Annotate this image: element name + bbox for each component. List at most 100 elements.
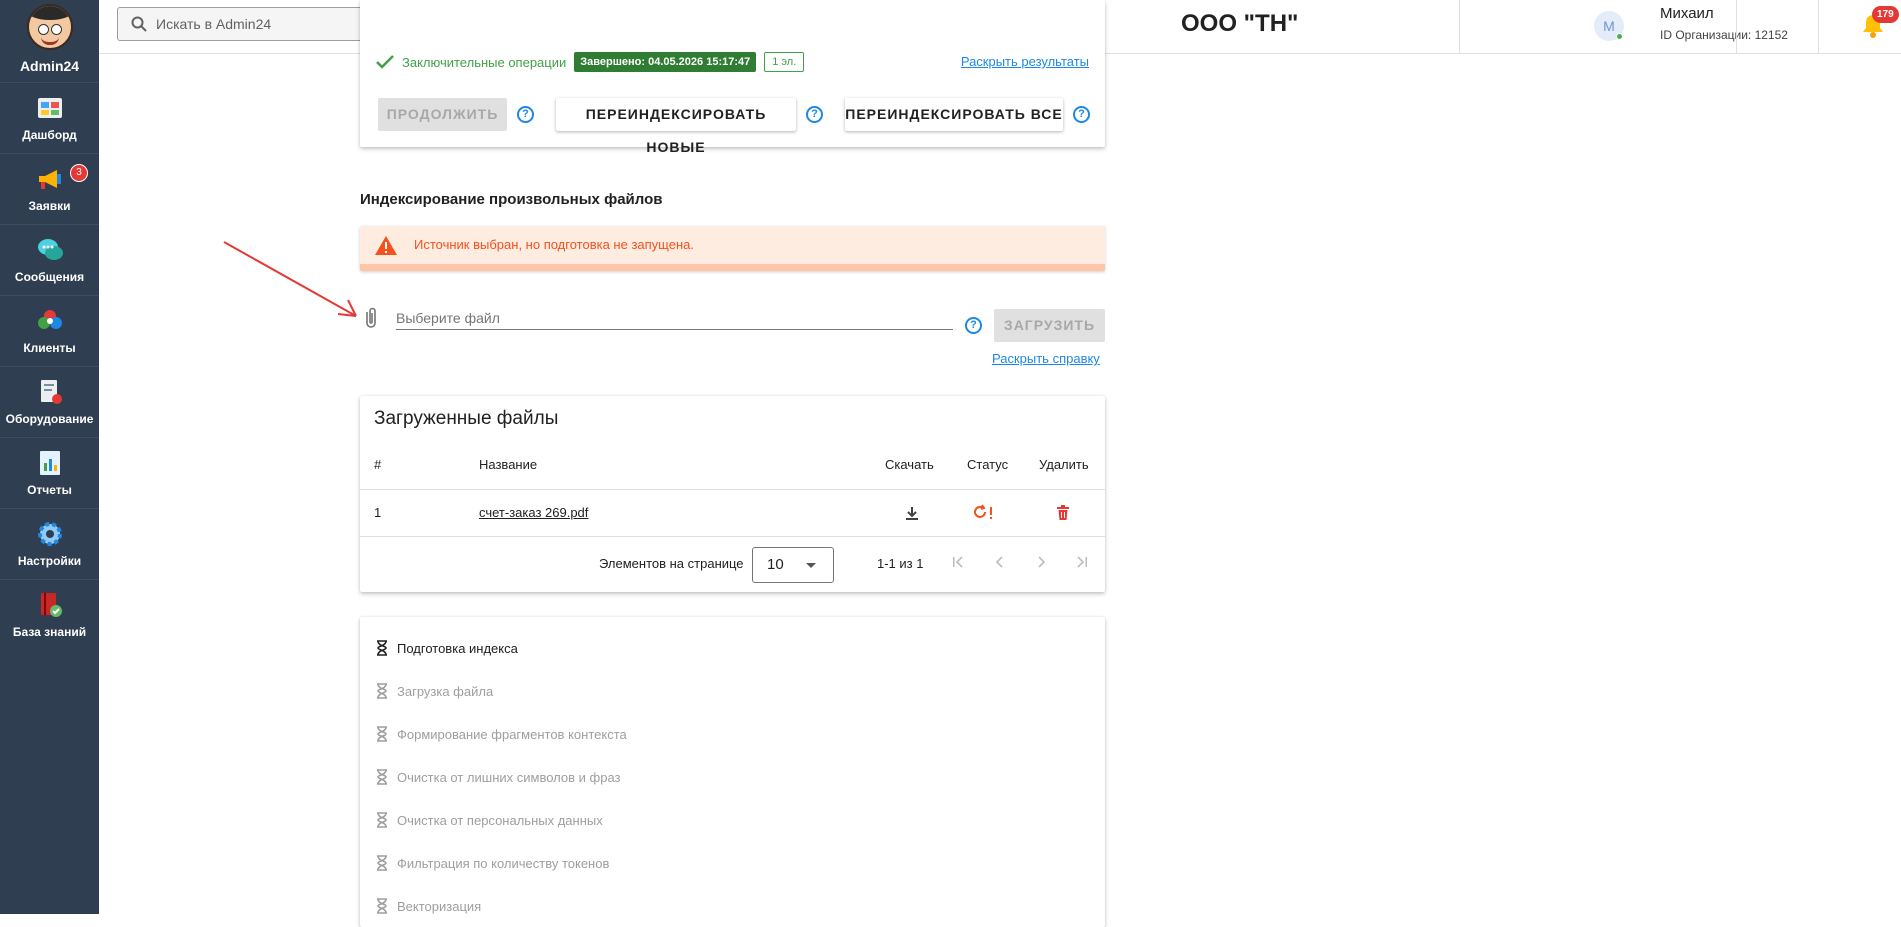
step-item: Очистка от лишних символов и фраз: [376, 769, 620, 785]
continue-button[interactable]: ПРОДОЛЖИТЬ: [378, 98, 507, 131]
reindex-new-button[interactable]: ПЕРЕИНДЕКСИРОВАТЬ НОВЫЕ: [556, 98, 796, 155]
reports-icon: [39, 451, 60, 475]
sidebar-item-label: Заявки: [28, 199, 71, 213]
gear-icon: [37, 522, 62, 546]
element-count-badge: 1 эл.: [764, 52, 805, 72]
page-size-value: 10: [767, 556, 784, 573]
knowledge-base-icon: [40, 593, 62, 617]
chevron-down-icon: [806, 563, 816, 568]
upload-button[interactable]: ЗАГРУЗИТЬ: [994, 309, 1105, 342]
online-status-icon: [1616, 33, 1623, 40]
sidebar-item-knowledge-base[interactable]: База знаний: [0, 579, 99, 650]
warning-alert-text: Источник выбран, но подготовка не запуще…: [414, 237, 694, 252]
sidebar-item-reports[interactable]: Отчеты: [0, 437, 99, 508]
last-page-icon[interactable]: [1074, 554, 1090, 570]
pagination-range: 1-1 из 1: [877, 556, 924, 571]
sidebar: Admin24 Дашборд 3 Заявки Сообщения Клиен…: [0, 0, 99, 914]
expand-results-link[interactable]: Раскрыть результаты: [961, 54, 1089, 69]
app-logo-text: Admin24: [19, 58, 80, 74]
organization-title: ООО "ТН": [1181, 10, 1299, 37]
reindex-all-help-icon[interactable]: ?: [1073, 106, 1090, 123]
sidebar-item-equipment[interactable]: Оборудование: [0, 366, 99, 437]
step-label: Загрузка файла: [397, 683, 494, 699]
section-title: Индексирование произвольных файлов: [360, 191, 663, 208]
step-item: Загрузка файла: [376, 683, 493, 699]
sidebar-item-label: Дашборд: [22, 128, 77, 142]
page-size-select[interactable]: 10: [752, 547, 834, 583]
dashboard-icon: [37, 98, 62, 118]
step-label: Очистка от персональных данных: [397, 812, 603, 828]
download-icon[interactable]: [905, 506, 919, 521]
megaphone-icon: [38, 170, 61, 189]
column-header-status: Статус: [967, 457, 1009, 472]
sidebar-item-label: База знаний: [12, 625, 87, 639]
check-icon: [376, 55, 394, 69]
uploaded-files-card: Загруженные файлы # Название Скачать Ста…: [360, 396, 1105, 592]
hourglass-icon: [377, 726, 387, 742]
completed-status-badge: Завершено: 04.05.2026 15:17:47: [574, 52, 757, 72]
sidebar-item-messages[interactable]: Сообщения: [0, 224, 99, 295]
column-header-number: #: [374, 457, 382, 472]
first-page-icon[interactable]: [950, 554, 966, 570]
file-picker-input[interactable]: [396, 306, 953, 330]
table-divider: [360, 489, 1105, 490]
sidebar-item-clients[interactable]: Клиенты: [0, 295, 99, 366]
warning-alert: Источник выбран, но подготовка не запуще…: [360, 226, 1105, 271]
step-item: Очистка от персональных данных: [376, 812, 603, 828]
reindex-new-help-icon[interactable]: ?: [806, 106, 823, 123]
step-label: Подготовка индекса: [397, 640, 518, 656]
hourglass-icon: [377, 812, 387, 828]
reindex-all-button[interactable]: ПЕРЕИНДЕКСИРОВАТЬ ВСЕ: [845, 98, 1063, 131]
sidebar-item-label: Настройки: [17, 554, 82, 568]
next-page-icon[interactable]: [1033, 554, 1049, 570]
step-label: Фильтрация по количеству токенов: [397, 855, 610, 871]
sidebar-item-requests[interactable]: 3 Заявки: [0, 153, 99, 224]
clients-icon: [37, 310, 62, 329]
search-icon: [131, 16, 147, 32]
avatar[interactable]: М: [1594, 11, 1624, 41]
continue-help-icon[interactable]: ?: [517, 106, 534, 123]
topbar-divider: [1736, 0, 1737, 54]
app-logo[interactable]: Admin24: [0, 0, 99, 82]
upload-help-icon[interactable]: ?: [965, 317, 982, 334]
chat-bubbles-icon: [37, 239, 63, 260]
column-header-delete: Удалить: [1039, 457, 1089, 472]
sidebar-item-label: Оборудование: [5, 412, 94, 426]
sidebar-item-label: Отчеты: [27, 483, 72, 497]
processing-warning-icon: [974, 504, 992, 519]
row-number: 1: [374, 505, 382, 520]
paperclip-icon[interactable]: [360, 306, 382, 330]
organization-id: ID Организации: 12152: [1660, 28, 1788, 42]
sidebar-item-label: Клиенты: [23, 341, 76, 355]
step-label: Векторизация: [397, 898, 482, 914]
avatar-letter: М: [1603, 18, 1615, 34]
table-divider: [360, 536, 1105, 537]
annotation-arrow-icon: [223, 241, 357, 317]
notifications-count-badge: 179: [1872, 6, 1899, 23]
sidebar-item-settings[interactable]: Настройки: [0, 508, 99, 579]
topbar-divider: [1459, 0, 1460, 54]
indexing-results-card: Заключительные операции Завершено: 04.05…: [360, 0, 1105, 155]
indexing-steps-card: Подготовка индекса Загрузка файла Формир…: [360, 617, 1105, 927]
step-item: Векторизация: [376, 898, 481, 914]
hourglass-icon: [377, 769, 387, 785]
previous-page-icon[interactable]: [992, 554, 1008, 570]
sidebar-item-label: Сообщения: [14, 270, 85, 284]
page-size-label: Элементов на странице: [599, 556, 744, 571]
sidebar-item-dashboard[interactable]: Дашборд: [0, 82, 99, 153]
requests-count-badge: 3: [70, 164, 88, 182]
hourglass-icon: [377, 683, 387, 699]
warning-icon: [375, 236, 397, 255]
final-operations-label: Заключительные операции: [402, 54, 567, 70]
step-label: Формирование фрагментов контекста: [397, 726, 627, 742]
equipment-icon: [40, 380, 62, 404]
expand-help-link[interactable]: Раскрыть справку: [992, 351, 1100, 366]
hourglass-icon: [377, 855, 387, 871]
uploaded-files-title: Загруженные файлы: [374, 408, 559, 429]
column-header-name[interactable]: Название: [479, 457, 537, 472]
step-item: Фильтрация по количеству токенов: [376, 855, 609, 871]
step-item: Подготовка индекса: [376, 640, 518, 656]
file-name-link[interactable]: счет-заказ 269.pdf: [479, 505, 588, 520]
user-name[interactable]: Михаил: [1660, 5, 1714, 22]
delete-icon[interactable]: [1057, 505, 1069, 520]
